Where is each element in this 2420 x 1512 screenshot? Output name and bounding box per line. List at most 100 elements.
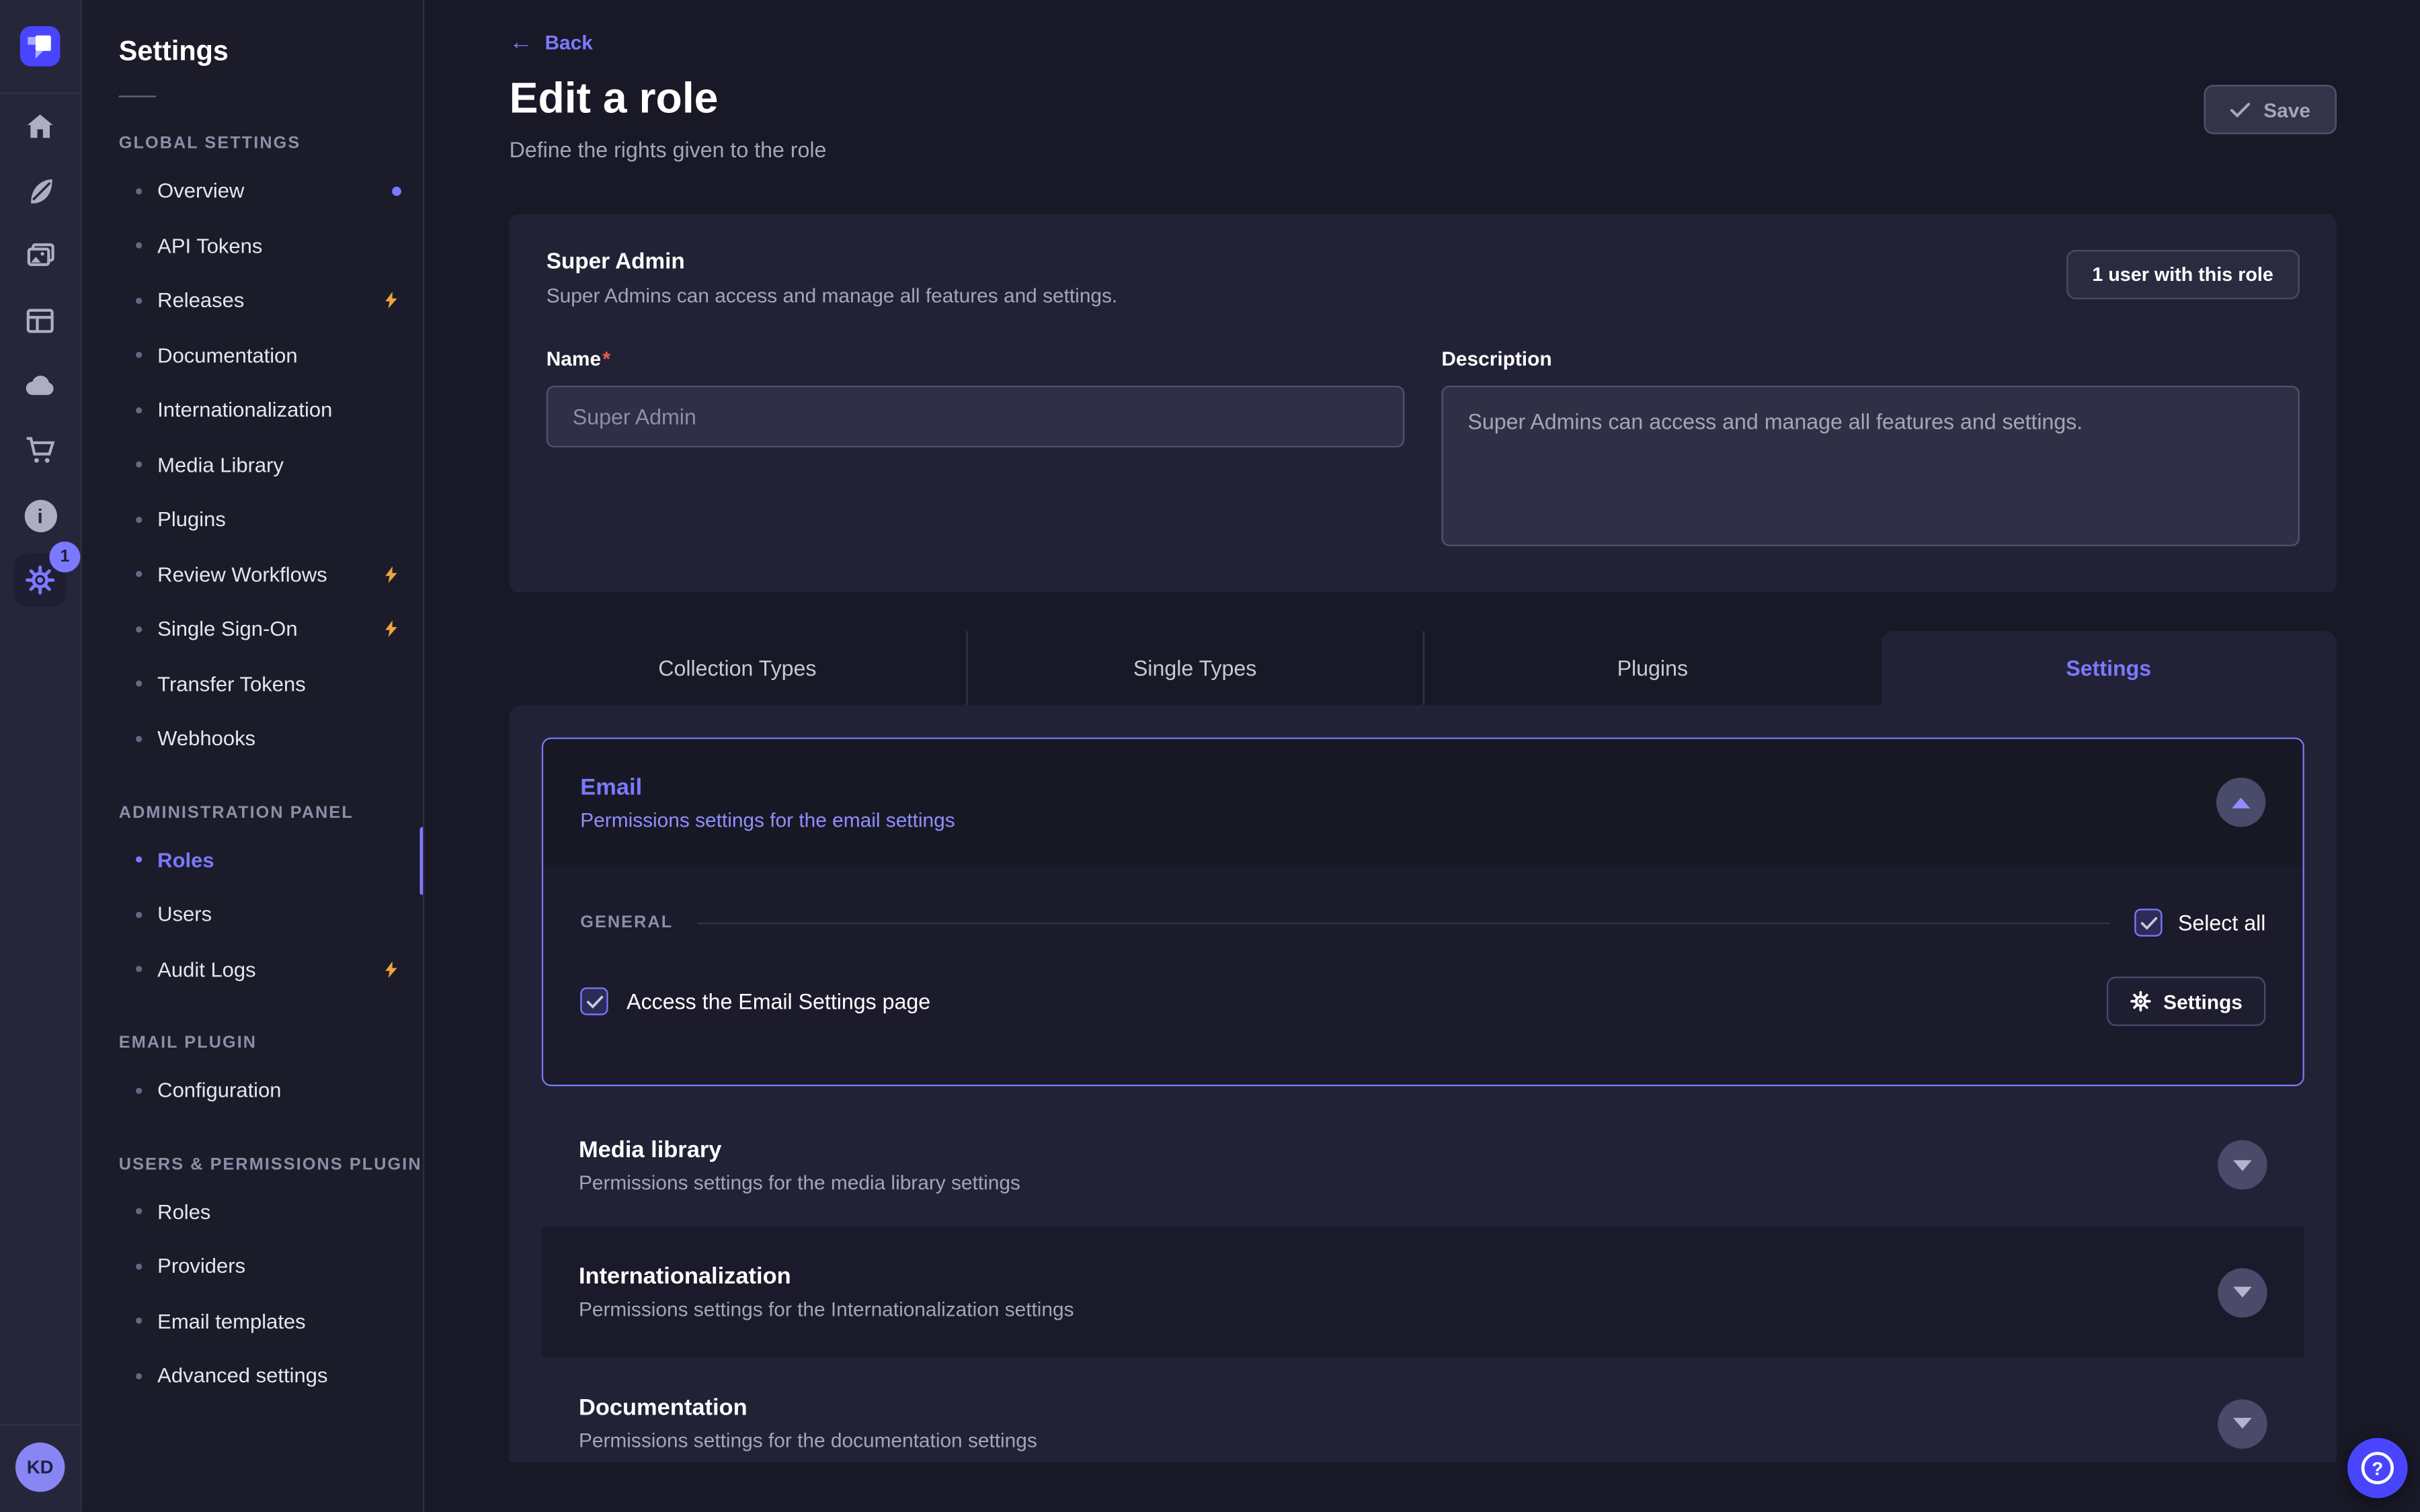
name-input[interactable]: [547, 386, 1405, 448]
home-icon: [23, 110, 57, 144]
tab-plugins[interactable]: Plugins: [1423, 631, 1881, 705]
permission-settings-button[interactable]: Settings: [2106, 976, 2265, 1025]
bullet: [136, 188, 142, 194]
arrow-left-icon: ←: [510, 31, 532, 54]
user-avatar[interactable]: KD: [15, 1443, 65, 1492]
section-header: GLOBAL SETTINGS: [119, 134, 423, 153]
expand-button[interactable]: [2218, 1267, 2267, 1316]
row-title: Internationalization: [579, 1263, 1074, 1290]
sidebar-item-webhooks[interactable]: Webhooks: [82, 711, 423, 766]
subnav-divider: [119, 95, 156, 97]
sidebar-item-users[interactable]: Users: [82, 887, 423, 942]
back-link[interactable]: ← Back: [510, 31, 593, 54]
section-header: USERS & PERMISSIONS PLUGIN: [119, 1154, 423, 1173]
page-subtitle: Define the rights given to the role: [510, 137, 2337, 162]
access-email-settings-checkbox[interactable]: [580, 987, 608, 1015]
permissions-tabs: Collection Types Single Types Plugins Se…: [510, 631, 2337, 705]
expand-button[interactable]: [2218, 1140, 2267, 1189]
name-label: Name*: [547, 347, 610, 370]
name-field-group: Name*: [547, 345, 1405, 554]
info-nav-button[interactable]: i: [0, 483, 80, 548]
documentation-permissions-row[interactable]: Documentation Permissions settings for t…: [542, 1357, 2304, 1462]
notification-badge: 1: [49, 542, 80, 573]
sidebar-item-configuration[interactable]: Configuration: [82, 1063, 423, 1118]
back-label: Back: [544, 31, 592, 54]
row-subtitle: Permissions settings for the Internation…: [579, 1298, 1074, 1320]
sidebar-item-review-workflows[interactable]: Review Workflows: [82, 547, 423, 602]
deploy-nav-button[interactable]: [0, 353, 80, 418]
internationalization-permissions-row[interactable]: Internationalization Permissions setting…: [542, 1226, 2304, 1357]
accordion-subtitle: Permissions settings for the email setti…: [580, 808, 955, 831]
expand-button[interactable]: [2218, 1398, 2267, 1447]
tab-single-types[interactable]: Single Types: [965, 631, 1423, 705]
description-label: Description: [1441, 347, 1551, 370]
help-button[interactable]: ?: [2347, 1438, 2408, 1499]
content-manager-nav-button[interactable]: [0, 159, 80, 223]
sidebar-item-providers[interactable]: Providers: [82, 1239, 423, 1294]
select-all-checkbox[interactable]: [2135, 909, 2163, 936]
sidebar-item-audit-logs[interactable]: Audit Logs: [82, 942, 423, 997]
sidebar-item-roles-admin[interactable]: Roles: [82, 833, 423, 888]
gear-icon: [25, 564, 56, 595]
section-administration-panel: ADMINISTRATION PANEL Roles Users Audit L…: [82, 803, 423, 997]
sidebar-item-overview[interactable]: Overview: [82, 163, 423, 218]
info-icon: i: [24, 499, 56, 532]
select-all-label: Select all: [2178, 911, 2265, 935]
media-library-nav-button[interactable]: [0, 224, 80, 288]
section-global-settings: GLOBAL SETTINGS Overview API Tokens Rele…: [82, 134, 423, 766]
section-divider: [698, 922, 2110, 923]
notification-dot-icon: [392, 186, 401, 196]
general-section-label: GENERAL: [580, 913, 673, 932]
collapse-button[interactable]: [2216, 778, 2265, 827]
role-name-heading: Super Admin: [547, 250, 1117, 275]
row-subtitle: Permissions settings for the media libra…: [579, 1170, 1020, 1193]
marketplace-nav-button[interactable]: [0, 418, 80, 482]
chevron-down-icon: [2233, 1287, 2252, 1298]
lightning-icon: [381, 564, 401, 585]
role-description-text: Super Admins can access and manage all f…: [547, 284, 1117, 306]
sidebar-item-plugins[interactable]: Plugins: [82, 492, 423, 547]
select-all-control: Select all: [2135, 909, 2266, 936]
sidebar-item-releases[interactable]: Releases: [82, 273, 423, 328]
settings-tab-panel: Email Permissions settings for the email…: [510, 705, 2337, 1462]
media-library-permissions-row[interactable]: Media library Permissions settings for t…: [542, 1103, 2304, 1227]
settings-subnav: Settings GLOBAL SETTINGS Overview API To…: [82, 0, 425, 1512]
description-field-group: Description Super Admins can access and …: [1441, 345, 2300, 554]
logo-cell[interactable]: [0, 0, 80, 94]
email-accordion-header[interactable]: Email Permissions settings for the email…: [543, 739, 2302, 866]
feather-icon: [23, 174, 57, 208]
strapi-logo-icon: [20, 26, 61, 67]
users-with-role-button[interactable]: 1 user with this role: [2066, 250, 2300, 299]
active-indicator: [419, 826, 424, 894]
sidebar-item-transfer-tokens[interactable]: Transfer Tokens: [82, 657, 423, 712]
description-textarea[interactable]: Super Admins can access and manage all f…: [1441, 386, 2300, 546]
sidebar-item-api-tokens[interactable]: API Tokens: [82, 218, 423, 274]
sidebar-item-media-library[interactable]: Media Library: [82, 437, 423, 493]
sidebar-item-single-sign-on[interactable]: Single Sign-On: [82, 601, 423, 657]
row-title: Media library: [579, 1136, 1020, 1163]
chevron-down-icon: [2233, 1159, 2252, 1170]
row-subtitle: Permissions settings for the documentati…: [579, 1429, 1037, 1452]
question-mark-icon: ?: [2362, 1452, 2394, 1484]
sidebar-item-internationalization[interactable]: Internationalization: [82, 382, 423, 437]
chevron-down-icon: [2233, 1418, 2252, 1429]
sidebar-item-documentation[interactable]: Documentation: [82, 328, 423, 383]
content-type-builder-nav-button[interactable]: [0, 288, 80, 353]
tab-settings[interactable]: Settings: [1881, 631, 2337, 705]
row-title: Documentation: [579, 1394, 1037, 1421]
sidebar-item-advanced-settings[interactable]: Advanced settings: [82, 1349, 423, 1404]
icon-rail: i 1 KD: [0, 0, 82, 1512]
sidebar-item-roles-up[interactable]: Roles: [82, 1184, 423, 1239]
home-nav-button[interactable]: [0, 94, 80, 159]
check-icon: [2230, 101, 2250, 118]
save-button[interactable]: Save: [2204, 85, 2337, 134]
accordion-title: Email: [580, 773, 955, 800]
images-icon: [23, 239, 57, 274]
main-content: ← Back Edit a role Define the rights giv…: [424, 0, 2420, 1512]
check-icon: [2140, 916, 2157, 930]
tab-collection-types[interactable]: Collection Types: [510, 631, 965, 705]
settings-nav-button[interactable]: 1: [0, 548, 80, 612]
section-users-permissions-plugin: USERS & PERMISSIONS PLUGIN Roles Provide…: [82, 1154, 423, 1403]
lightning-icon: [381, 619, 401, 639]
sidebar-item-email-templates[interactable]: Email templates: [82, 1294, 423, 1349]
